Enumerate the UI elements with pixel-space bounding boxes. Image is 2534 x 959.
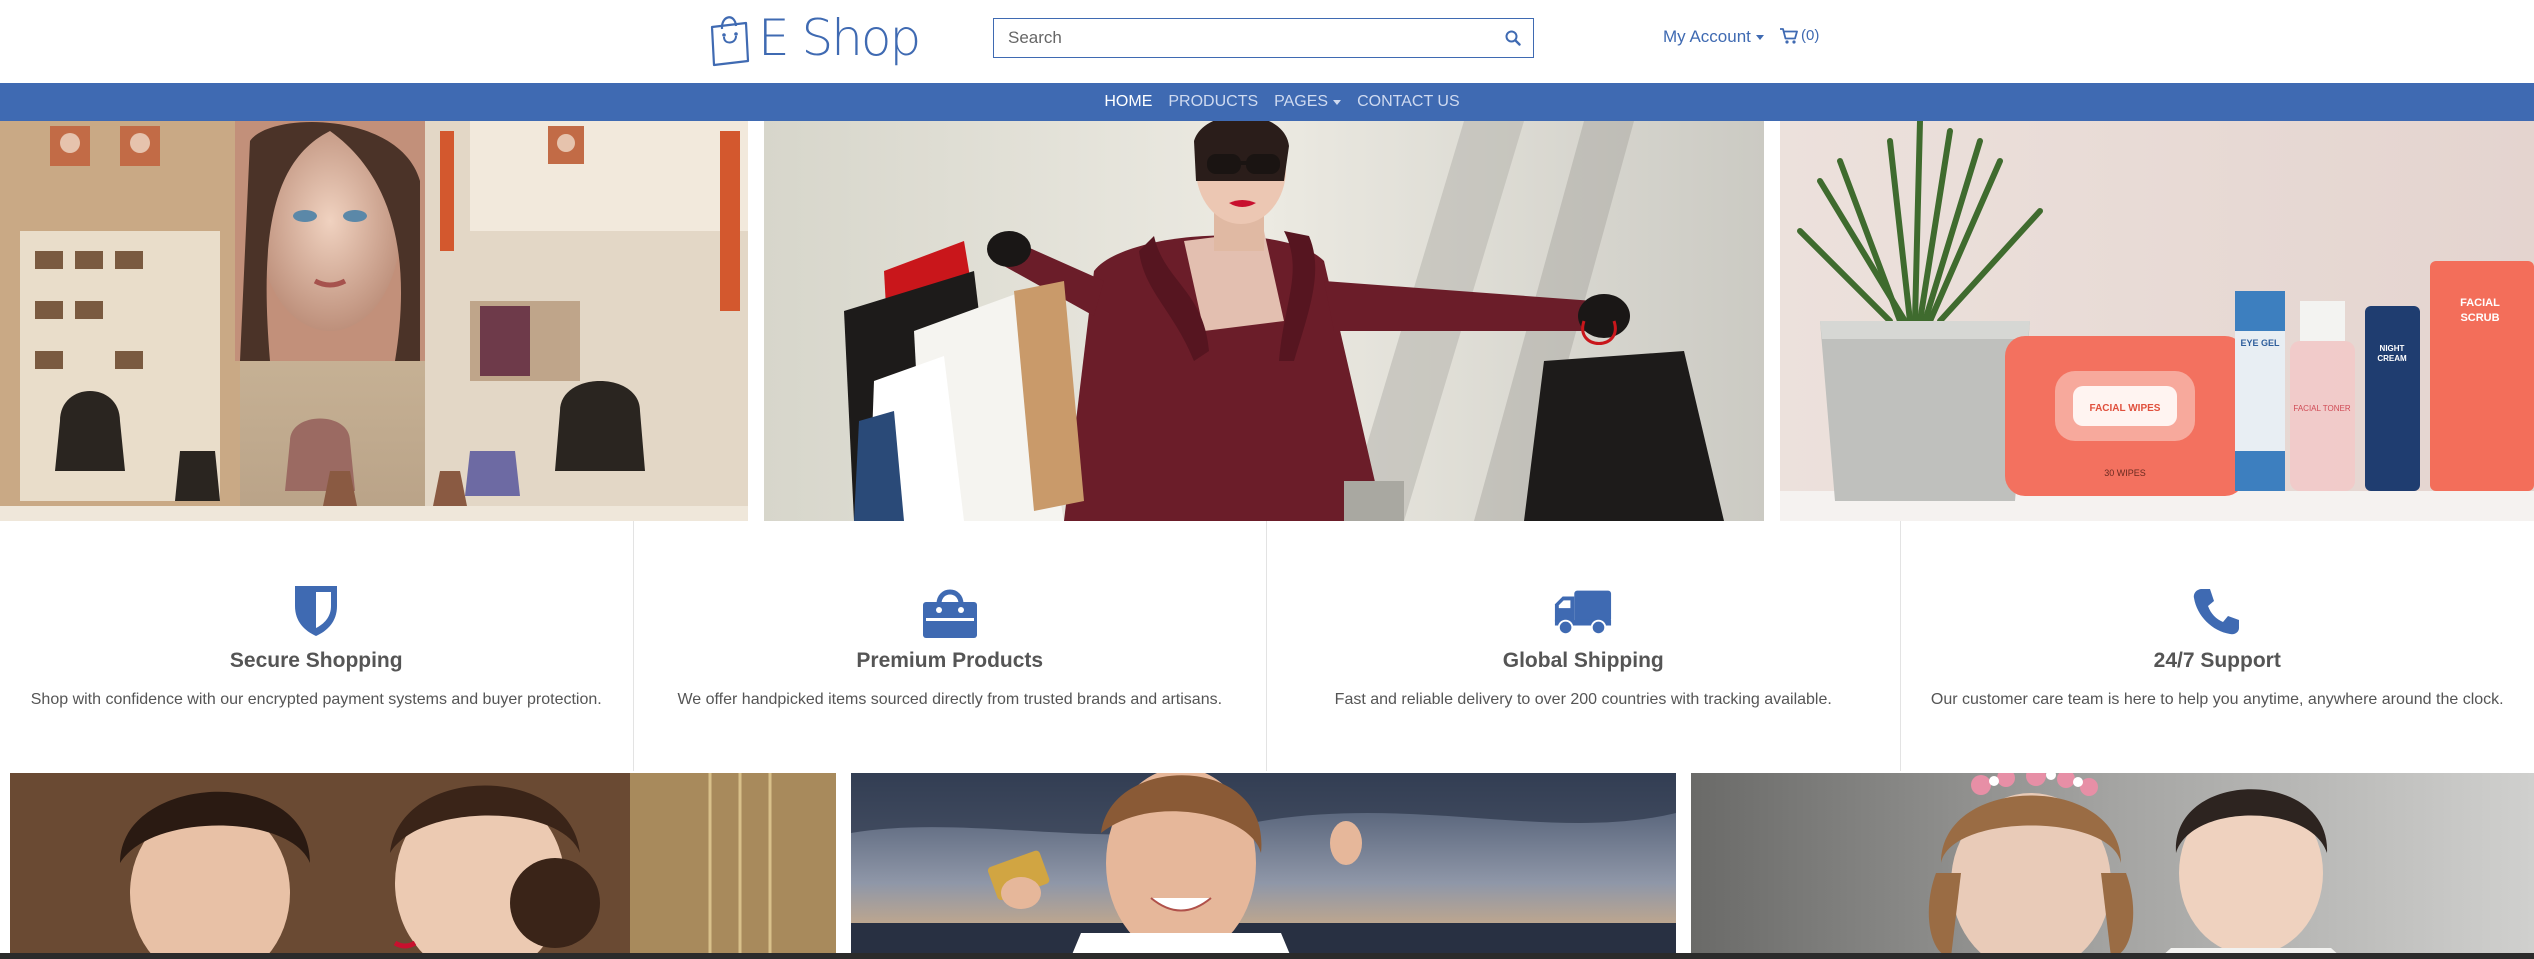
cart-button[interactable]: (0) [1780,27,1819,44]
banner-shopping[interactable] [851,773,1676,957]
phone-icon [2187,583,2247,639]
svg-text:SCRUB: SCRUB [2460,312,2499,324]
skincare-products-slide: FACIAL WIPES 30 WIPES EYE GEL FACIAL TON… [1780,121,2534,521]
feature-secure-shopping: Secure Shopping Shop with confidence wit… [0,521,634,771]
shopping-bag-logo-icon [710,16,750,67]
feature-title: Global Shipping [1502,649,1664,672]
shopping-woman-image [764,121,1764,521]
main-nav: HOME PRODUCTS PAGES CONTACT US [0,83,2534,121]
nav-home-label: HOME [1104,93,1153,110]
svg-text:FACIAL WIPES: FACIAL WIPES [2090,403,2161,414]
logo-text: E Shop [758,9,921,67]
banner-women-image [10,773,836,957]
feature-description: Shop with confidence with our encrypted … [30,691,602,708]
nav-home[interactable]: HOME [1104,93,1152,111]
banner-shopping-image [851,773,1676,957]
chevron-down-icon [1333,99,1342,105]
bottom-scroll-edge [0,953,2534,959]
site-logo[interactable]: E Shop [706,6,921,70]
svg-text:FACIAL TONER: FACIAL TONER [2293,404,2350,413]
nav-products[interactable]: PRODUCTS [1168,93,1258,111]
feature-description: Fast and reliable delivery to over 200 c… [1334,691,1832,708]
shield-icon [286,583,346,639]
nav-products-label: PRODUCTS [1168,93,1259,110]
search-icon [1505,30,1521,46]
my-account-label: My Account [1663,27,1751,46]
banner-women[interactable] [10,773,836,957]
search-bar [993,18,1534,58]
shopping-bag-icon [920,583,980,639]
feature-title: 24/7 Support [2153,649,2281,672]
feature-global-shipping: Global Shipping Fast and reliable delive… [1267,521,1901,771]
category-banners [0,771,2534,959]
shoe-store-slide [0,121,748,521]
nav-contact-us[interactable]: CONTACT US [1357,93,1460,111]
feature-support: 24/7 Support Our customer care team is h… [1901,521,2534,771]
feature-premium-products: Premium Products We offer handpicked ite… [634,521,1267,771]
svg-text:NIGHT: NIGHT [2380,344,2405,353]
svg-text:FACIAL: FACIAL [2460,297,2500,309]
cart-icon [1780,27,1798,44]
shoe-store-image [0,121,748,521]
svg-text:CREAM: CREAM [2377,354,2407,363]
my-account-dropdown[interactable]: My Account [1663,27,1764,47]
nav-pages-label: PAGES [1274,93,1329,110]
feature-description: We offer handpicked items sourced direct… [677,691,1223,708]
search-button[interactable] [1493,19,1533,57]
shopping-woman-slide [764,121,1764,521]
cart-count: (0) [1801,27,1820,44]
nav-pages[interactable]: PAGES [1274,93,1342,111]
banner-kids[interactable] [1691,773,2534,957]
chevron-down-icon [1755,34,1764,40]
feature-description: Our customer care team is here to help y… [1930,691,2504,708]
banner-kids-image [1691,773,2534,957]
search-input[interactable] [994,19,1493,57]
nav-contact-label: CONTACT US [1357,93,1460,110]
truck-icon [1553,583,1613,639]
hero-carousel[interactable]: FACIAL WIPES 30 WIPES EYE GEL FACIAL TON… [0,121,2534,521]
feature-title: Secure Shopping [229,649,403,672]
svg-text:EYE GEL: EYE GEL [2240,338,2280,348]
feature-title: Premium Products [856,649,1044,672]
svg-text:30 WIPES: 30 WIPES [2104,468,2146,478]
skincare-products-image: FACIAL WIPES 30 WIPES EYE GEL FACIAL TON… [1780,121,2534,521]
features-section: Secure Shopping Shop with confidence wit… [0,521,2534,771]
site-header: E Shop My Account (0) [0,0,2534,83]
